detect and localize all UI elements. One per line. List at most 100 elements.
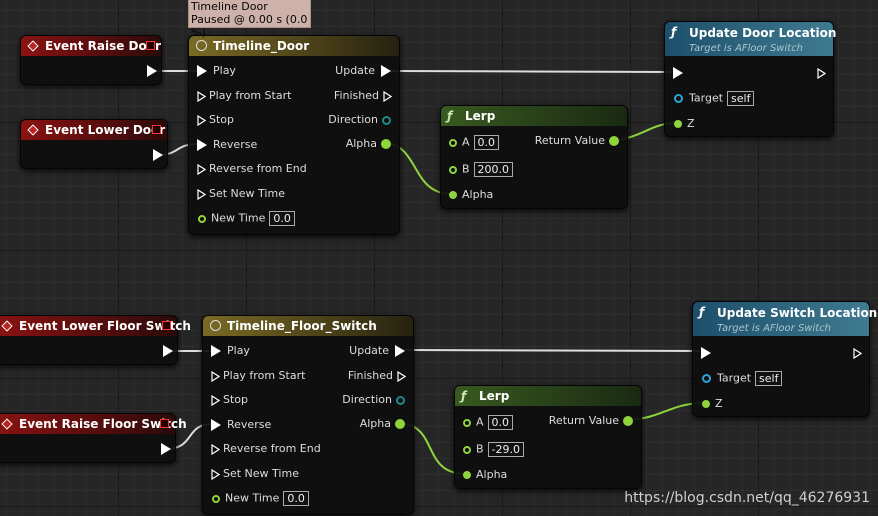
float-pin-icon	[198, 214, 206, 223]
pin-label: Reverse	[213, 138, 258, 151]
return-value-pin[interactable]: Return Value	[535, 134, 619, 148]
return-value-pin[interactable]: Return Value	[549, 414, 633, 428]
finished-pin[interactable]: Finished	[348, 369, 406, 383]
alpha-pin[interactable]: Alpha	[360, 417, 405, 431]
new-time-input[interactable]: 0.0	[283, 491, 309, 506]
event-diamond-icon	[27, 40, 39, 52]
lerp-header: ƒ Lerp	[455, 386, 641, 406]
play-from-start-pin[interactable]: Play from Start	[197, 89, 291, 103]
pin-label: Return Value	[548, 414, 619, 427]
z-pin[interactable]: Z	[674, 117, 695, 131]
reverse-from-end-pin[interactable]: Reverse from End	[197, 162, 307, 176]
event-raise-door-node[interactable]: Event Raise Door	[20, 35, 162, 85]
function-icon: ƒ	[699, 305, 705, 319]
event-lower-floor-switch-node[interactable]: Event Lower Floor Switch	[0, 315, 191, 365]
exec-in-pin[interactable]	[673, 66, 689, 80]
a-pin[interactable]: A 0.0	[449, 135, 500, 150]
pin-label: A	[462, 135, 470, 149]
exec-out-pin[interactable]	[157, 344, 173, 358]
event-diamond-icon	[27, 124, 39, 136]
pin-label: Target	[717, 371, 752, 385]
direction-pin[interactable]: Direction	[328, 113, 391, 127]
a-pin[interactable]: A 0.0	[463, 415, 514, 430]
z-pin[interactable]: Z	[702, 397, 723, 411]
reverse-pin[interactable]: Reverse	[211, 418, 271, 432]
alpha-pin[interactable]: Alpha	[346, 137, 391, 151]
exec-pin-icon	[197, 139, 207, 151]
reverse-pin[interactable]: Reverse	[197, 138, 257, 152]
exec-in-pin[interactable]	[701, 346, 717, 360]
event-header: Event Raise Door	[21, 36, 161, 56]
exec-pin-icon	[211, 444, 220, 455]
event-raise-floor-switch-node[interactable]: Event Raise Floor Switch	[0, 413, 187, 463]
b-value-input[interactable]: -29.0	[487, 442, 525, 457]
function-subtitle: Target is AFloor Switch	[717, 323, 832, 334]
delegate-pin-icon[interactable]	[152, 125, 161, 134]
delegate-pin-icon[interactable]	[162, 321, 171, 330]
exec-out-pin[interactable]	[853, 346, 862, 360]
target-pin[interactable]: Target self	[702, 371, 783, 386]
reverse-from-end-pin[interactable]: Reverse from End	[211, 442, 321, 456]
new-time-pin[interactable]: New Time 0.0	[198, 211, 295, 226]
a-value-input[interactable]: 0.0	[473, 135, 500, 150]
set-new-time-pin[interactable]: Set New Time	[211, 467, 299, 481]
exec-out-pin[interactable]	[155, 442, 171, 456]
target-value[interactable]: self	[727, 91, 755, 106]
pin-label: New Time	[225, 491, 280, 505]
timeline-status-tooltip: Timeline Door Paused @ 0.00 s (0.0 %)	[188, 0, 311, 39]
float-pin-icon	[463, 418, 471, 427]
play-from-start-pin[interactable]: Play from Start	[211, 369, 305, 383]
new-time-input[interactable]: 0.0	[269, 211, 295, 226]
exec-pin-icon	[817, 68, 826, 79]
timeline-title: Timeline_Door	[213, 39, 310, 53]
lerp-door-node[interactable]: ƒ Lerp A 0.0 B 200.0 Alpha Return Value	[440, 105, 628, 209]
timeline-title: Timeline_Floor_Switch	[227, 319, 377, 333]
alpha-in-pin[interactable]: Alpha	[463, 468, 507, 482]
b-pin[interactable]: B -29.0	[463, 442, 525, 457]
float-pin-icon	[449, 191, 457, 199]
update-door-location-node[interactable]: ƒ Update Door Location Target is AFloor …	[664, 21, 836, 137]
exec-pin-icon	[197, 189, 206, 200]
delegate-pin-icon[interactable]	[160, 419, 169, 428]
function-icon: ƒ	[671, 25, 677, 39]
float-pin-icon	[463, 445, 471, 454]
update-switch-location-node[interactable]: ƒ Update Switch Location Target is AFloo…	[692, 301, 877, 417]
pin-label: Set New Time	[209, 187, 285, 200]
function-subtitle: Target is AFloor Switch	[689, 43, 804, 54]
timeline-door-node[interactable]: Timeline_Door Play Play from Start Stop …	[188, 35, 400, 235]
play-pin[interactable]: Play	[211, 344, 250, 358]
set-new-time-pin[interactable]: Set New Time	[197, 187, 285, 201]
update-pin[interactable]: Update	[335, 64, 391, 78]
tooltip-title: Timeline Door	[191, 0, 268, 13]
event-lower-door-node[interactable]: Event Lower Door	[20, 119, 168, 169]
stop-pin[interactable]: Stop	[211, 393, 248, 407]
pin-label: Update	[349, 344, 389, 357]
exec-out-pin[interactable]	[141, 64, 157, 78]
exec-pin-icon	[383, 91, 392, 102]
finished-pin[interactable]: Finished	[334, 89, 392, 103]
exec-wire	[403, 349, 701, 352]
update-pin[interactable]: Update	[349, 344, 405, 358]
exec-pin-icon	[161, 443, 171, 455]
exec-pin-icon	[163, 345, 173, 357]
exec-out-pin[interactable]	[817, 66, 826, 80]
stop-pin[interactable]: Stop	[197, 113, 234, 127]
b-value-input[interactable]: 200.0	[473, 162, 514, 177]
alpha-in-pin[interactable]: Alpha	[449, 188, 493, 202]
event-title: Event Raise Door	[45, 39, 161, 53]
pin-label: Alpha	[462, 188, 494, 201]
exec-out-pin[interactable]	[147, 148, 163, 162]
exec-pin-icon	[211, 395, 220, 406]
target-pin[interactable]: Target self	[674, 91, 755, 106]
pin-label: Target	[689, 91, 724, 105]
delegate-pin-icon[interactable]	[146, 41, 155, 50]
a-value-input[interactable]: 0.0	[487, 415, 514, 430]
lerp-switch-node[interactable]: ƒ Lerp A 0.0 B -29.0 Alpha Return Value	[454, 385, 642, 489]
exec-wire	[389, 70, 673, 73]
play-pin[interactable]: Play	[197, 64, 236, 78]
direction-pin[interactable]: Direction	[342, 393, 405, 407]
timeline-floor-switch-node[interactable]: Timeline_Floor_Switch Play Play from Sta…	[202, 315, 414, 515]
target-value[interactable]: self	[755, 371, 783, 386]
b-pin[interactable]: B 200.0	[449, 162, 514, 177]
new-time-pin[interactable]: New Time 0.0	[212, 491, 309, 506]
